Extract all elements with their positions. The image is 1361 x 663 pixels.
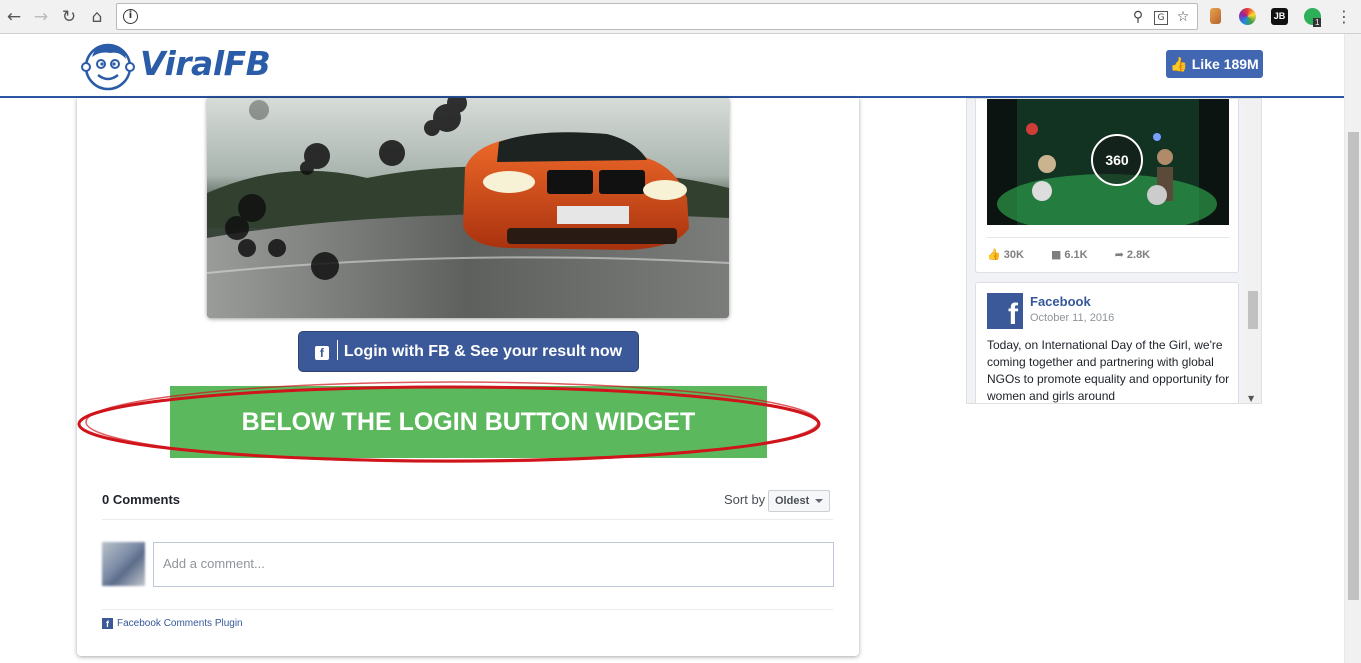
thumbs-up-icon: 👍 xyxy=(1170,57,1188,73)
like-count-label: Like 189M xyxy=(1191,56,1259,72)
comments-divider xyxy=(102,519,833,520)
facebook-comments-plugin-link[interactable]: f Facebook Comments Plugin xyxy=(102,618,243,629)
comment-bubble-icon: ■ xyxy=(1050,248,1062,261)
post-text: Today, on International Day of the Girl,… xyxy=(987,338,1230,403)
comment-input[interactable]: Add a comment... xyxy=(153,542,834,587)
bookmark-star-icon[interactable]: ☆ xyxy=(1174,7,1192,27)
video-thumbnail[interactable]: 360 xyxy=(987,99,1229,225)
comments-stat[interactable]: ■ 6.1K xyxy=(1051,248,1100,261)
video-post: 360 👍 30K ■ 6.1K ➦ 2.8K xyxy=(975,99,1239,273)
menu-dots-icon[interactable]: ⋮ xyxy=(1333,6,1355,28)
plugin-label: Facebook Comments Plugin xyxy=(117,618,243,629)
widget-scrollbar-thumb[interactable] xyxy=(1248,291,1258,329)
likes-stat[interactable]: 👍 30K xyxy=(987,248,1036,261)
page-scrollbar-thumb[interactable] xyxy=(1348,132,1359,600)
forward-icon[interactable]: → xyxy=(30,6,52,28)
browser-toolbar: ← → ↻ ⌂ i ⚲ G ☆ JB 1 ⋮ xyxy=(0,0,1361,34)
zoom-icon[interactable]: ⚲ xyxy=(1129,7,1147,27)
jetbrains-extension-icon[interactable]: JB xyxy=(1271,8,1288,25)
color-wheel-extension-icon[interactable] xyxy=(1239,8,1256,25)
login-button-label: Login with FB & See your result now xyxy=(343,343,623,360)
sort-order-select[interactable]: Oldest xyxy=(768,490,830,512)
text-post: f Facebook October 11, 2016 Today, on In… xyxy=(975,282,1239,403)
login-with-facebook-button[interactable]: f Login with FB & See your result now xyxy=(298,331,639,372)
site-info-icon[interactable]: i xyxy=(123,9,138,24)
address-bar[interactable]: i ⚲ G ☆ xyxy=(116,3,1198,30)
sort-by-label: Sort by xyxy=(724,492,766,507)
green-extension-icon[interactable]: 1 xyxy=(1304,8,1322,27)
sort-order-value: Oldest xyxy=(775,495,810,507)
post-date[interactable]: October 11, 2016 xyxy=(1030,312,1114,324)
back-icon[interactable]: ← xyxy=(3,6,25,28)
share-arrow-icon: ➦ xyxy=(1114,248,1124,261)
reload-icon[interactable]: ↻ xyxy=(58,6,80,28)
post-stats: 👍 30K ■ 6.1K ➦ 2.8K xyxy=(987,237,1229,261)
site-header: ViralFB 👍 Like 189M xyxy=(0,34,1344,98)
360-video-badge: 360 xyxy=(1091,134,1143,186)
widget-scrollbar[interactable]: ▼ xyxy=(1244,99,1261,403)
facebook-icon: f xyxy=(102,618,113,629)
facebook-icon: f xyxy=(314,346,329,360)
page-scrollbar[interactable] xyxy=(1344,34,1361,663)
shares-stat[interactable]: ➦ 2.8K xyxy=(1115,248,1162,261)
logo-face-icon[interactable] xyxy=(80,37,136,93)
home-icon[interactable]: ⌂ xyxy=(86,6,108,28)
quiz-result-image xyxy=(207,98,729,318)
extension-pen-icon[interactable] xyxy=(1210,8,1221,24)
extension-badge: 1 xyxy=(1313,18,1322,27)
facebook-page-logo[interactable]: f xyxy=(987,293,1023,329)
site-logo-text[interactable]: ViralFB xyxy=(140,44,271,83)
page-name-link[interactable]: Facebook xyxy=(1030,294,1091,309)
chevron-down-icon xyxy=(815,499,823,503)
user-avatar xyxy=(102,542,145,586)
360-label: 360 xyxy=(1105,152,1129,168)
result-card: f Login with FB & See your result now BEL… xyxy=(77,98,859,656)
thumbs-up-icon: 👍 xyxy=(987,248,1001,261)
comments-count-stat: 6.1K xyxy=(1064,249,1088,261)
likes-count: 30K xyxy=(1003,249,1024,261)
facebook-like-button[interactable]: 👍 Like 189M xyxy=(1166,50,1263,78)
shares-count: 2.8K xyxy=(1126,249,1151,261)
translate-icon[interactable]: G xyxy=(1152,7,1170,27)
below-login-widget-banner: BELOW THE LOGIN BUTTON WIDGET xyxy=(170,386,767,458)
comments-count: 0 Comments xyxy=(102,492,181,507)
plugin-divider xyxy=(102,609,833,610)
button-divider xyxy=(336,340,338,360)
scroll-down-arrow-icon[interactable]: ▼ xyxy=(1248,394,1254,403)
facebook-page-widget[interactable]: 360 👍 30K ■ 6.1K ➦ 2.8K f Facebook October … xyxy=(966,98,1262,404)
